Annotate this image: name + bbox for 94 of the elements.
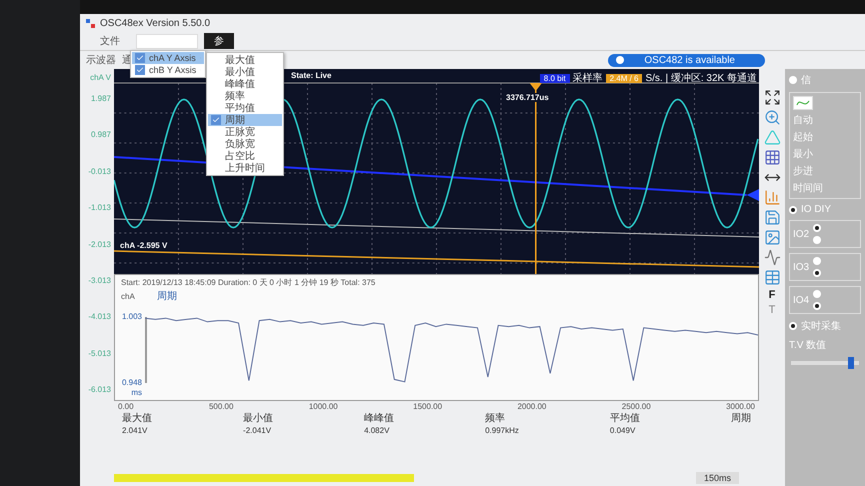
measure-label: 最大值: [122, 412, 152, 425]
slider-label: T.V 数值: [789, 339, 828, 352]
menu-entry[interactable]: 负脉宽: [208, 138, 282, 150]
menu-entry[interactable]: chB Y Axsis: [132, 64, 204, 76]
io-label: IO3: [793, 262, 810, 272]
radio-button[interactable]: [813, 290, 822, 298]
setting-label: 最小: [793, 148, 814, 161]
radio-button[interactable]: [813, 224, 822, 232]
axis-tick: 1.003: [122, 312, 142, 321]
radio-button[interactable]: [813, 269, 822, 277]
axis-tick: -1.013: [88, 203, 111, 212]
time-scale[interactable]: 150ms: [696, 472, 739, 484]
setting-label: 步进: [793, 164, 814, 178]
status-dot-icon: [616, 56, 624, 64]
radio-button[interactable]: [789, 76, 797, 84]
bit-depth: 8.0 bit: [540, 74, 570, 82]
measure-value: 0.997kHz: [485, 426, 519, 435]
axis-tick: -2.013: [88, 240, 111, 248]
measure-value: 2.041V: [122, 426, 148, 435]
radio-button[interactable]: [813, 236, 822, 244]
app-icon: [86, 18, 95, 28]
radio-label: IO DIY: [801, 204, 832, 215]
menu-entry[interactable]: 峰峰值: [208, 78, 282, 90]
axis-label: chA V: [90, 73, 112, 82]
menu-entry[interactable]: 最大值: [208, 54, 282, 66]
save-icon[interactable]: [764, 209, 780, 226]
menu-entry[interactable]: 正脉宽: [208, 126, 282, 138]
axis-tick: 0.987: [90, 130, 111, 140]
radio-button[interactable]: [813, 257, 822, 265]
radio-button[interactable]: [789, 322, 797, 330]
setting-label: 自动: [793, 114, 814, 127]
setting-label: 起始: [793, 130, 814, 144]
io-label: IO2: [793, 228, 810, 240]
series-label: 周期: [156, 290, 177, 303]
io-label: IO4: [793, 294, 810, 306]
wave-mode-button[interactable]: [793, 96, 813, 110]
axis-tick: 2000.00: [517, 402, 546, 411]
side-label: 示波器: [85, 54, 116, 67]
axis-tick: 1.987: [90, 94, 111, 103]
menu-field[interactable]: [136, 34, 198, 48]
expand-icon[interactable]: [764, 89, 780, 106]
channel-label: chA: [121, 292, 135, 300]
measure-value: 4.082V: [364, 426, 390, 435]
measure-value: -2.041V: [243, 426, 272, 435]
measure-value: 0.049V: [610, 426, 636, 435]
radio-button[interactable]: [789, 206, 797, 214]
axis-tick: 0.00: [118, 402, 134, 411]
radio-label: 信: [801, 74, 811, 87]
wave-icon[interactable]: [764, 249, 780, 266]
window-title: OSC48ex Version 5.50.0: [100, 18, 210, 28]
axis-tick: 1000.00: [308, 402, 338, 411]
setting-label: 时间间: [793, 182, 824, 195]
menu-entry[interactable]: 最小值: [208, 66, 282, 78]
axis-tick: 3000.00: [726, 402, 755, 411]
sample-rate-label: 采样率: [572, 72, 603, 85]
measure-label: 平均值: [610, 412, 640, 425]
wave-icon: [796, 99, 810, 107]
menu-entry[interactable]: 平均值: [208, 102, 282, 114]
measure-label: 峰峰值: [364, 412, 394, 425]
menu-entry[interactable]: 占空比: [208, 150, 282, 162]
menu-entry[interactable]: 周期: [208, 114, 282, 126]
menu-entry[interactable]: 上升时间: [208, 162, 282, 174]
cursor-time: 3376.717us: [504, 93, 551, 102]
table-icon[interactable]: [764, 269, 780, 286]
axis-tick: -4.013: [88, 312, 111, 322]
menu-item[interactable]: 文件: [90, 33, 130, 49]
trend-unit: ms: [131, 388, 142, 397]
toolbar-letter[interactable]: F: [768, 289, 776, 301]
channel-reading: chA -2.595 V: [118, 241, 170, 250]
axis-tick: -5.013: [88, 348, 111, 358]
menu-item[interactable]: 参: [204, 33, 234, 49]
device-status: OSC482 is available: [608, 54, 765, 66]
radio-button[interactable]: [813, 302, 822, 310]
axis-tick: 1500.00: [413, 402, 442, 411]
y-axis-line: [145, 317, 147, 383]
axis-tick: -6.013: [88, 385, 111, 394]
radio-label: 实时采集: [801, 320, 841, 333]
buffer-info: S/s. | 缓冲区: 32K 每通道: [645, 72, 757, 85]
plot-state: State: Live: [289, 71, 334, 80]
picture-icon[interactable]: [764, 229, 780, 246]
axis-tick: 0.948: [122, 378, 142, 387]
trend-summary: Start: 2019/12/13 18:45:09 Duration: 0 天 0 小时 1 分钟 19 秒 Total: 375: [121, 277, 376, 288]
measure-label: 频率: [485, 412, 506, 425]
menu-entry[interactable]: 频率: [208, 90, 282, 102]
axis-tick: 500.00: [208, 402, 234, 411]
measure-label: 最小值: [243, 412, 274, 425]
axis-tick: -3.013: [88, 276, 111, 285]
measure-label: 周期: [730, 412, 751, 425]
axis-tick: 2500.00: [622, 402, 651, 411]
grid-icon[interactable]: [764, 149, 780, 166]
axis-tick: -0.013: [88, 166, 111, 176]
slider-thumb[interactable]: [848, 357, 854, 369]
menu-entry[interactable]: chA Y Axsis: [132, 52, 204, 64]
sample-rate: 2.4M / 6: [606, 74, 642, 82]
